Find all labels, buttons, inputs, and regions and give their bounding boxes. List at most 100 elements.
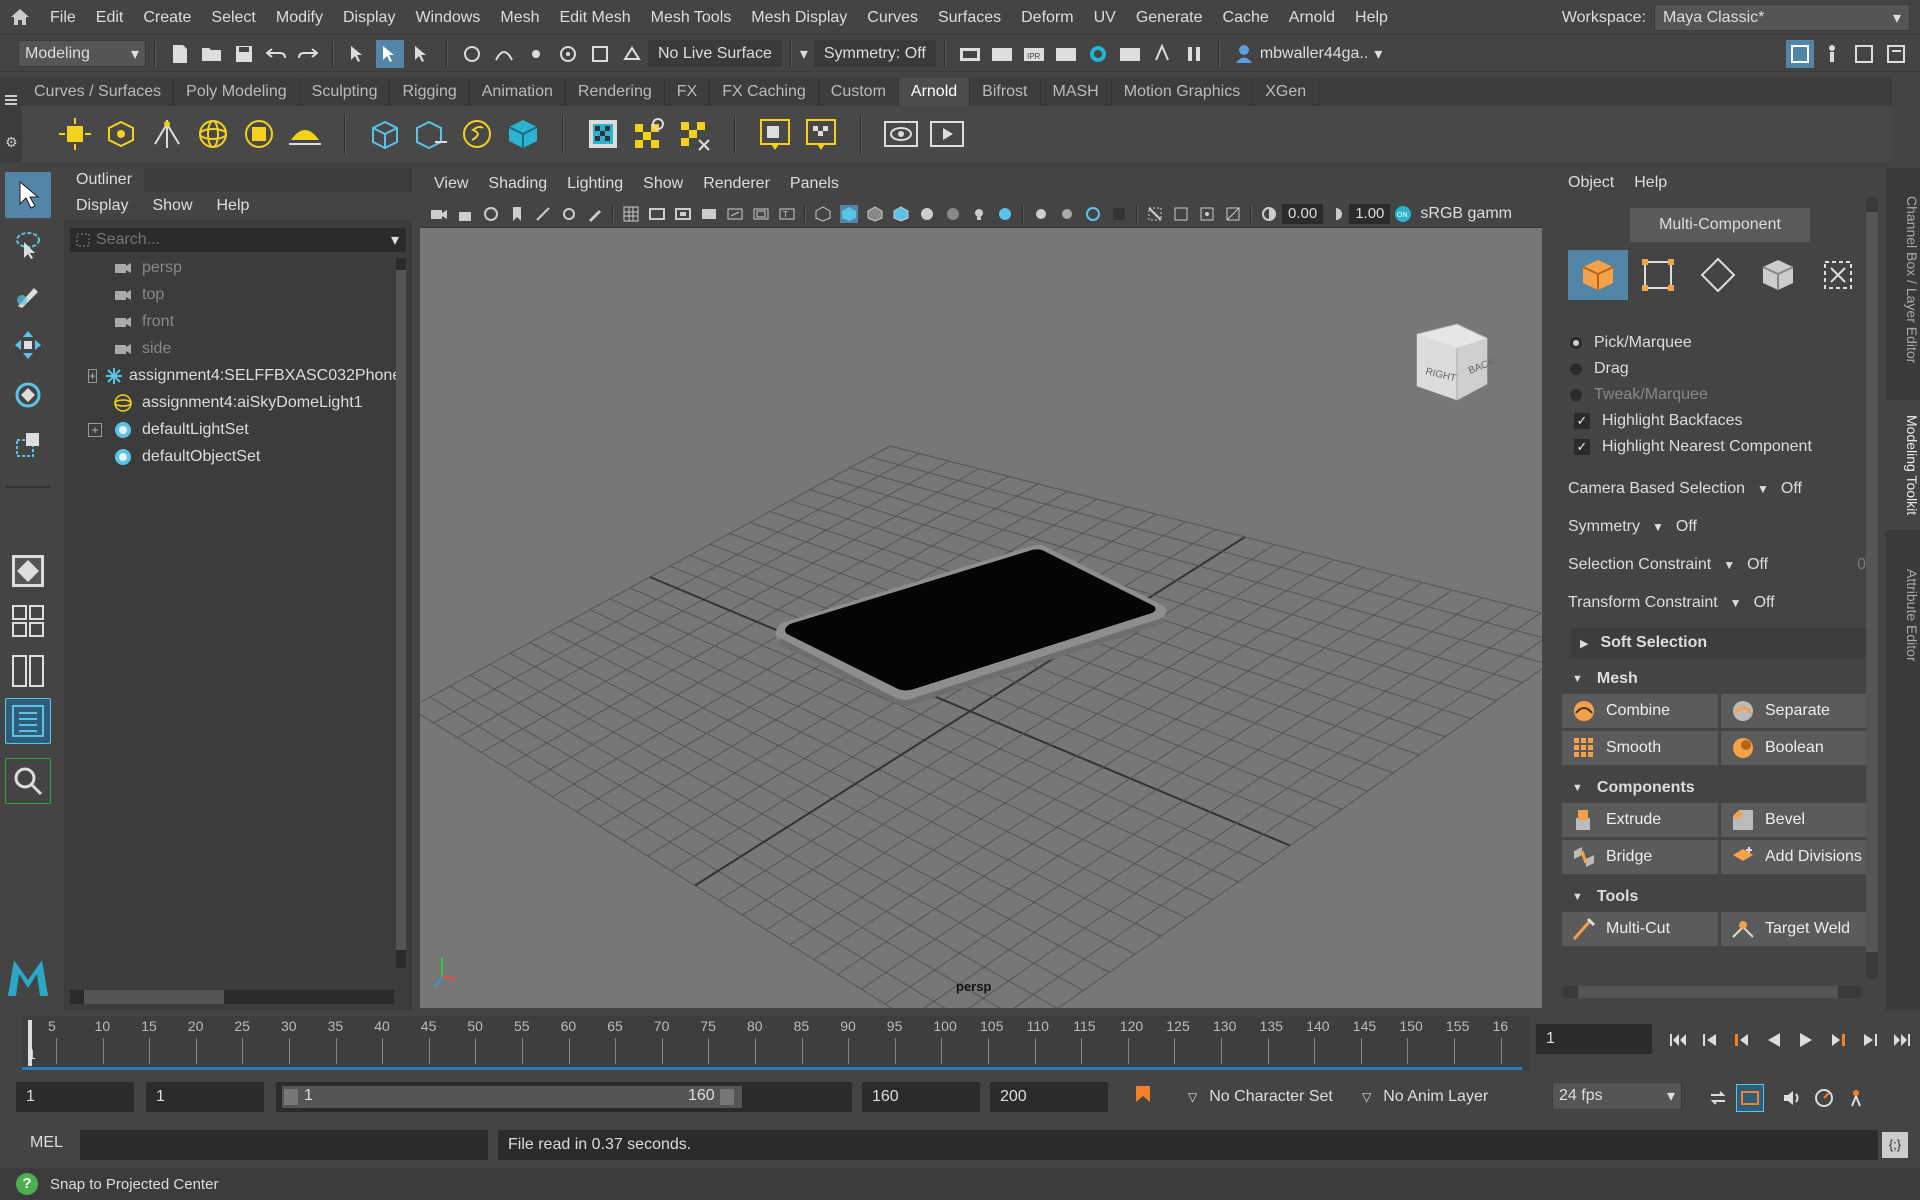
viewport-canvas[interactable]: RIGHT BACK persp [420, 228, 1542, 1008]
area-light-icon[interactable] [55, 114, 95, 154]
animation-end-field[interactable]: 200 [990, 1082, 1108, 1112]
toolkit-menu-object[interactable]: Object [1558, 174, 1624, 192]
viewport-menu-lighting[interactable]: Lighting [557, 168, 633, 200]
menu-edit[interactable]: Edit [86, 0, 134, 35]
shelf-tab-rendering[interactable]: Rendering [566, 78, 665, 106]
outliner-item[interactable]: + assignment4:SELFFBXASC032Phone [88, 362, 401, 389]
outliner-layout-icon[interactable] [5, 698, 51, 744]
snap-projected-center-icon[interactable] [554, 40, 582, 68]
toolkit-menu-help[interactable]: Help [1624, 174, 1677, 192]
vertex-mode-icon[interactable] [1628, 250, 1688, 300]
wireframe-icon[interactable] [814, 205, 832, 223]
menu-create[interactable]: Create [133, 0, 201, 35]
shelf-tab-xgen[interactable]: XGen [1253, 78, 1320, 106]
toolkit-scrollbar[interactable] [1866, 198, 1878, 978]
toolkit-hscrollbar[interactable] [1562, 986, 1862, 998]
render-preview-icon[interactable] [881, 114, 921, 154]
paint-select-tool-icon[interactable] [5, 272, 51, 318]
uv-mode-icon[interactable] [1808, 250, 1868, 300]
render-sequence-icon[interactable] [927, 114, 967, 154]
menu-modify[interactable]: Modify [266, 0, 333, 35]
menu-mesh[interactable]: Mesh [490, 0, 549, 35]
outliner-menu-help[interactable]: Help [205, 192, 262, 220]
light-editor-icon[interactable] [801, 114, 841, 154]
undo-icon[interactable] [262, 40, 290, 68]
menu-windows[interactable]: Windows [405, 0, 490, 35]
grid-icon[interactable] [622, 205, 640, 223]
xray-joints-icon[interactable] [1198, 205, 1216, 223]
live-surface-field[interactable]: No Live Surface [648, 40, 782, 67]
scrollbar-thumb[interactable] [396, 270, 406, 950]
user-icon[interactable] [1230, 40, 1258, 68]
gamma-icon[interactable] [1327, 205, 1345, 223]
image-plane-icon[interactable] [534, 205, 552, 223]
safe-action-icon[interactable] [752, 205, 770, 223]
highlight-nearest-checkbox[interactable]: ✓ Highlight Nearest Component [1570, 434, 1880, 460]
multi-component-label[interactable]: Multi-Component [1630, 208, 1810, 242]
chevron-down-icon[interactable]: ▾ [800, 44, 808, 64]
color-management-icon[interactable]: ON [1394, 205, 1412, 223]
bevel-button[interactable]: Bevel [1721, 803, 1877, 837]
create-standin-icon[interactable] [365, 114, 405, 154]
range-slider-handle[interactable] [282, 1086, 742, 1108]
modeling-toolkit-tab[interactable]: Modeling Toolkit [1886, 400, 1920, 530]
shelf-tab-sculpting[interactable]: Sculpting [300, 78, 391, 106]
save-scene-icon[interactable] [230, 40, 258, 68]
camera-lock-icon[interactable] [456, 205, 474, 223]
play-forwards-icon[interactable] [1792, 1026, 1820, 1054]
field-chart-icon[interactable] [726, 205, 744, 223]
menu-display[interactable]: Display [333, 0, 405, 35]
smooth-button[interactable]: Smooth [1562, 731, 1718, 765]
shelf-tab-mash[interactable]: MASH [1041, 78, 1112, 106]
highlight-backfaces-checkbox[interactable]: ✓ Highlight Backfaces [1570, 408, 1880, 434]
render-view-icon[interactable] [956, 40, 984, 68]
go-to-end-icon[interactable] [1888, 1026, 1916, 1054]
shelf-tab-poly-modeling[interactable]: Poly Modeling [174, 78, 300, 106]
new-scene-icon[interactable] [166, 40, 194, 68]
chevron-down-icon[interactable]: ▾ [384, 230, 406, 250]
home-icon[interactable] [0, 0, 40, 35]
physical-sky-icon[interactable] [285, 114, 325, 154]
shelf-tab-curves-surfaces[interactable]: Curves / Surfaces [22, 78, 175, 106]
viewport-menu-view[interactable]: View [424, 168, 478, 200]
mesh-light-icon[interactable] [101, 114, 141, 154]
arnold-render-icon[interactable] [1116, 40, 1144, 68]
outliner-item[interactable]: defaultObjectSet [88, 443, 388, 470]
camera-based-selection-option[interactable]: Camera Based Selection ▼ Off [1568, 470, 1880, 508]
outliner-scrollbar[interactable] [396, 258, 406, 968]
open-scene-icon[interactable] [198, 40, 226, 68]
outliner-item[interactable]: assignment4:aiSkyDomeLight1 [88, 389, 388, 416]
backface-culling-icon[interactable] [1224, 205, 1242, 223]
extrude-button[interactable]: Extrude [1562, 803, 1718, 837]
scale-tool-icon[interactable] [5, 422, 51, 468]
bridge-button[interactable]: Bridge [1562, 840, 1718, 874]
anim-layer-dropdown[interactable]: ▽ No Anim Layer [1362, 1082, 1488, 1112]
lasso-tool-icon[interactable] [5, 222, 51, 268]
use-all-lights-icon[interactable] [918, 205, 936, 223]
range-end-grip[interactable] [720, 1089, 734, 1105]
textured-icon[interactable] [892, 205, 910, 223]
menu-file[interactable]: File [40, 0, 86, 35]
script-editor-icon[interactable]: {;} [1882, 1132, 1908, 1158]
sound-icon[interactable] [1778, 1084, 1806, 1112]
channel-box-tab[interactable]: Channel Box / Layer Editor [1886, 180, 1920, 380]
go-to-start-icon[interactable] [1664, 1026, 1692, 1054]
step-forward-key-icon[interactable] [1824, 1026, 1852, 1054]
smooth-shade-icon[interactable] [840, 204, 858, 223]
volume-icon[interactable] [503, 114, 543, 154]
add-divisions-button[interactable]: Add Divisions [1721, 840, 1877, 874]
face-mode-icon[interactable] [1748, 250, 1808, 300]
outliner-hscrollbar[interactable] [70, 990, 394, 1004]
multi-cut-button[interactable]: Multi-Cut [1562, 912, 1718, 946]
light-manager-icon[interactable] [755, 114, 795, 154]
outliner-menu-show[interactable]: Show [140, 192, 204, 220]
outliner-menu-display[interactable]: Display [64, 192, 140, 220]
ambient-occlusion-icon[interactable] [996, 205, 1014, 223]
colorspace-label[interactable]: sRGB gamm [1420, 205, 1512, 223]
render-frame-icon[interactable] [988, 40, 1016, 68]
shelf-tab-fx-caching[interactable]: FX Caching [710, 78, 819, 106]
auto-key-icon[interactable] [1134, 1084, 1152, 1115]
film-gate-icon[interactable] [648, 205, 666, 223]
move-tool-icon[interactable] [5, 322, 51, 368]
camera-attributes-icon[interactable] [482, 205, 500, 223]
